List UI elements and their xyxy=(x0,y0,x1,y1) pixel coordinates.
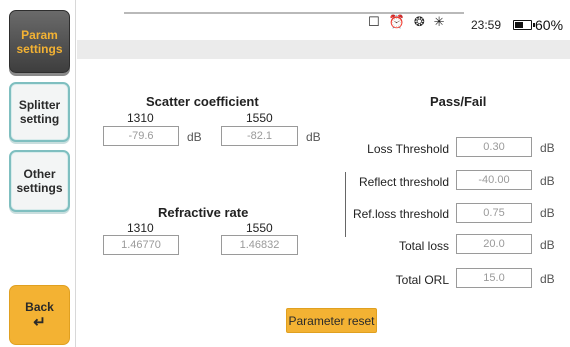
refractive-wavelength-1310: 1310 xyxy=(127,221,154,235)
sidebar: Param settings Splitter setting Other se… xyxy=(0,0,76,347)
scatter-1310-field[interactable]: -79.6 xyxy=(103,126,179,146)
refractive-1310-field[interactable]: 1.46770 xyxy=(103,235,179,255)
pass-fail-title: Pass/Fail xyxy=(430,94,487,109)
title-divider xyxy=(124,12,464,14)
loss-threshold-field[interactable]: 0.30 xyxy=(456,137,532,157)
battery-icon xyxy=(513,20,535,30)
refractive-rate-title: Refractive rate xyxy=(158,205,249,220)
status-icons: ☐ ⏰ ❂ ✳ xyxy=(368,15,445,30)
sun-icon: ❂ xyxy=(413,15,425,30)
clock: 23:59 xyxy=(471,18,502,32)
reflect-threshold-label: Reflect threshold xyxy=(358,175,449,189)
ref-loss-threshold-unit: dB xyxy=(540,206,555,220)
total-loss-field[interactable]: 20.0 xyxy=(456,234,532,254)
total-orl-label: Total ORL xyxy=(395,273,449,287)
refractive-wavelength-1550: 1550 xyxy=(246,221,273,235)
battery-indicator: 60% xyxy=(513,17,563,33)
sidebar-item-label: Param settings xyxy=(16,27,63,56)
sidebar-item-label: Splitter setting xyxy=(18,98,61,126)
total-loss-label: Total loss xyxy=(398,239,449,253)
total-orl-field[interactable]: 15.0 xyxy=(456,268,532,288)
refractive-1550-field[interactable]: 1.46832 xyxy=(221,235,298,255)
back-button[interactable]: Back ↵ xyxy=(9,285,70,345)
loss-threshold-label: Loss Threshold xyxy=(367,142,449,156)
sidebar-item-other-settings[interactable]: Other settings xyxy=(9,150,70,212)
return-arrow-icon: ↵ xyxy=(33,314,46,331)
parameter-reset-button[interactable]: Parameter reset xyxy=(286,308,377,333)
back-label: Back xyxy=(25,300,54,314)
reflect-threshold-field[interactable]: -40.00 xyxy=(456,170,532,190)
scatter-1550-field[interactable]: -82.1 xyxy=(221,126,298,146)
total-loss-unit: dB xyxy=(540,238,555,252)
battery-percentage: 60% xyxy=(535,17,564,33)
scatter-wavelength-1310: 1310 xyxy=(127,111,154,125)
laser-icon: ✳ xyxy=(433,15,445,30)
ref-loss-threshold-field[interactable]: 0.75 xyxy=(456,203,532,223)
ref-loss-threshold-label: Ref.loss threshold xyxy=(352,207,449,221)
total-orl-unit: dB xyxy=(540,272,555,286)
sidebar-item-splitter-setting[interactable]: Splitter setting xyxy=(9,82,70,142)
scatter-1310-unit: dB xyxy=(187,130,202,144)
sidebar-item-param-settings[interactable]: Param settings xyxy=(9,10,70,73)
lock-icon: ☐ xyxy=(368,15,380,30)
sidebar-item-label: Other settings xyxy=(16,167,63,195)
scatter-1550-unit: dB xyxy=(306,130,321,144)
reflect-threshold-unit: dB xyxy=(540,174,555,188)
loss-threshold-unit: dB xyxy=(540,141,555,155)
param-settings-screen: Param settings Splitter setting Other se… xyxy=(0,0,570,347)
header-band xyxy=(77,40,570,59)
section-divider xyxy=(345,172,346,237)
scatter-wavelength-1550: 1550 xyxy=(246,111,273,125)
alarm-icon: ⏰ xyxy=(388,15,405,30)
scatter-coefficient-title: Scatter coefficient xyxy=(146,94,259,109)
